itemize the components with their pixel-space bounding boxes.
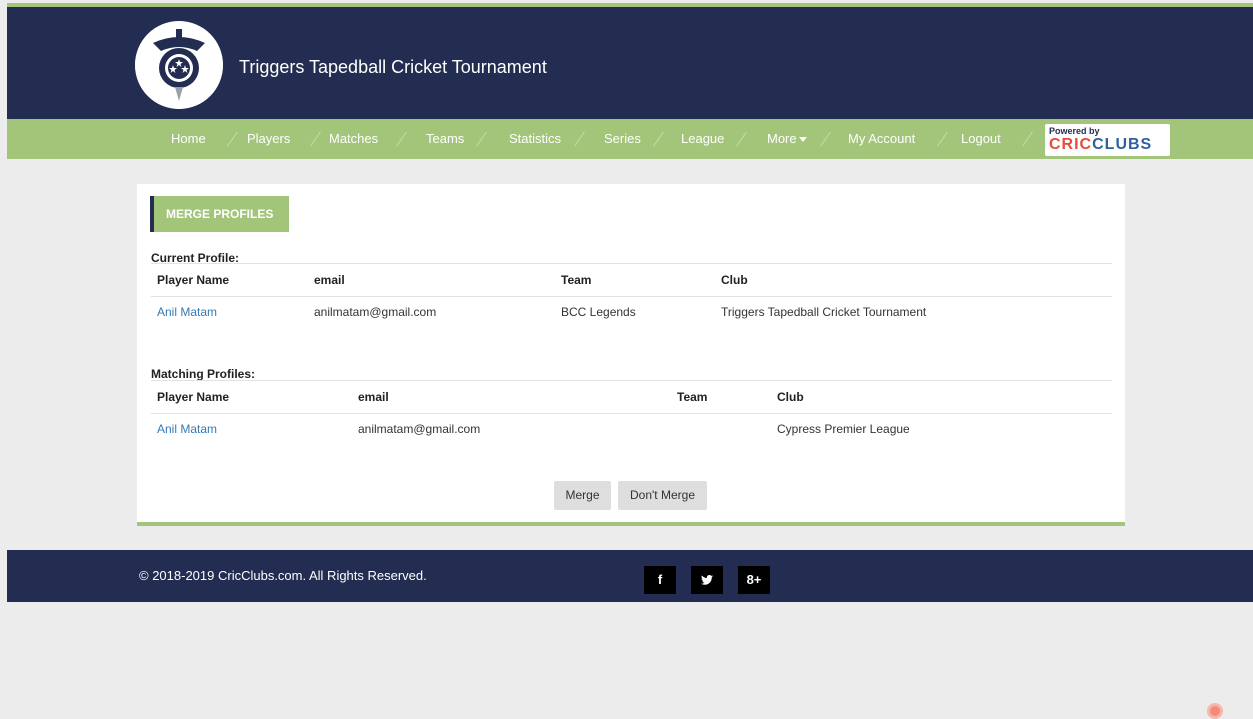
- google-plus-icon[interactable]: 8+: [738, 566, 770, 594]
- copyright-text: © 2018-2019 CricClubs.com. All Rights Re…: [139, 568, 427, 583]
- table-row: Anil Matam anilmatam@gmail.com Cypress P…: [151, 413, 1112, 445]
- nav-item-teams[interactable]: Teams: [426, 119, 464, 159]
- nav-separator: [574, 132, 585, 146]
- player-team: BCC Legends: [561, 305, 636, 319]
- nav-separator: [476, 132, 487, 146]
- table-row: Anil Matam anilmatam@gmail.com BCC Legen…: [151, 296, 1112, 328]
- nav-separator: [820, 132, 831, 146]
- card-bottom-accent: [137, 522, 1125, 526]
- header-club: Club: [777, 390, 804, 404]
- notification-bell-icon[interactable]: [1207, 703, 1223, 719]
- header-email: email: [358, 390, 389, 404]
- player-email: anilmatam@gmail.com: [358, 422, 481, 436]
- caret-down-icon: [798, 137, 807, 143]
- header-player-name: Player Name: [157, 273, 230, 287]
- player-name-link[interactable]: Anil Matam: [157, 296, 217, 328]
- nav-separator: [937, 132, 948, 146]
- main-nav: Home Players Matches Teams Statistics Se…: [7, 119, 1253, 159]
- site-header: Triggers Tapedball Cricket Tournament: [7, 7, 1253, 119]
- merge-profiles-card: MERGE PROFILES Current Profile: Player N…: [137, 184, 1125, 522]
- nav-separator: [1022, 132, 1033, 146]
- twitter-bird-glyph: [701, 575, 713, 585]
- nav-item-players[interactable]: Players: [247, 119, 290, 159]
- nav-item-logout[interactable]: Logout: [961, 119, 1001, 159]
- nav-separator: [736, 132, 747, 146]
- nav-item-series[interactable]: Series: [604, 119, 641, 159]
- site-title[interactable]: Triggers Tapedball Cricket Tournament: [239, 57, 547, 78]
- nav-item-matches[interactable]: Matches: [329, 119, 378, 159]
- matching-profiles-table: Player Name email Team Club Anil Matam a…: [151, 380, 1112, 446]
- matching-profiles-label: Matching Profiles:: [151, 367, 256, 381]
- dont-merge-button[interactable]: Don't Merge: [618, 481, 707, 510]
- powered-by-cricclubs-badge[interactable]: Powered by CRICCLUBS: [1045, 124, 1170, 156]
- page: Triggers Tapedball Cricket Tournament Ho…: [7, 3, 1253, 719]
- titans-shield-icon: [135, 21, 223, 109]
- header-email: email: [314, 273, 345, 287]
- header-club: Club: [721, 273, 748, 287]
- nav-separator: [653, 132, 664, 146]
- cricclubs-logo: CRICCLUBS: [1049, 136, 1152, 154]
- nav-separator: [310, 132, 321, 146]
- nav-item-more-label: More: [767, 131, 797, 146]
- twitter-icon[interactable]: [691, 566, 723, 594]
- nav-item-home[interactable]: Home: [171, 119, 206, 159]
- nav-separator: [396, 132, 407, 146]
- player-club: Cypress Premier League: [777, 422, 910, 436]
- current-profile-table: Player Name email Team Club Anil Matam a…: [151, 263, 1112, 329]
- section-heading: MERGE PROFILES: [150, 196, 289, 232]
- table-header-row: Player Name email Team Club: [151, 263, 1112, 297]
- header-team: Team: [677, 390, 708, 404]
- merge-button[interactable]: Merge: [554, 481, 611, 510]
- player-email: anilmatam@gmail.com: [314, 305, 437, 319]
- nav-item-more[interactable]: More: [767, 119, 807, 159]
- nav-separator: [227, 132, 238, 146]
- nav-item-league[interactable]: League: [681, 119, 724, 159]
- player-name-link[interactable]: Anil Matam: [157, 413, 217, 445]
- header-player-name: Player Name: [157, 390, 230, 404]
- cricclubs-logo-part1: CRIC: [1049, 136, 1093, 153]
- powered-by-label: Powered by: [1049, 126, 1100, 136]
- site-footer: © 2018-2019 CricClubs.com. All Rights Re…: [7, 550, 1253, 602]
- player-club: Triggers Tapedball Cricket Tournament: [721, 305, 927, 319]
- tournament-logo[interactable]: [135, 21, 223, 109]
- facebook-icon[interactable]: f: [644, 566, 676, 594]
- table-header-row: Player Name email Team Club: [151, 380, 1112, 414]
- header-team: Team: [561, 273, 592, 287]
- cricclubs-logo-part2: CLUBS: [1092, 136, 1153, 153]
- nav-item-my-account[interactable]: My Account: [848, 119, 915, 159]
- nav-item-statistics[interactable]: Statistics: [509, 119, 561, 159]
